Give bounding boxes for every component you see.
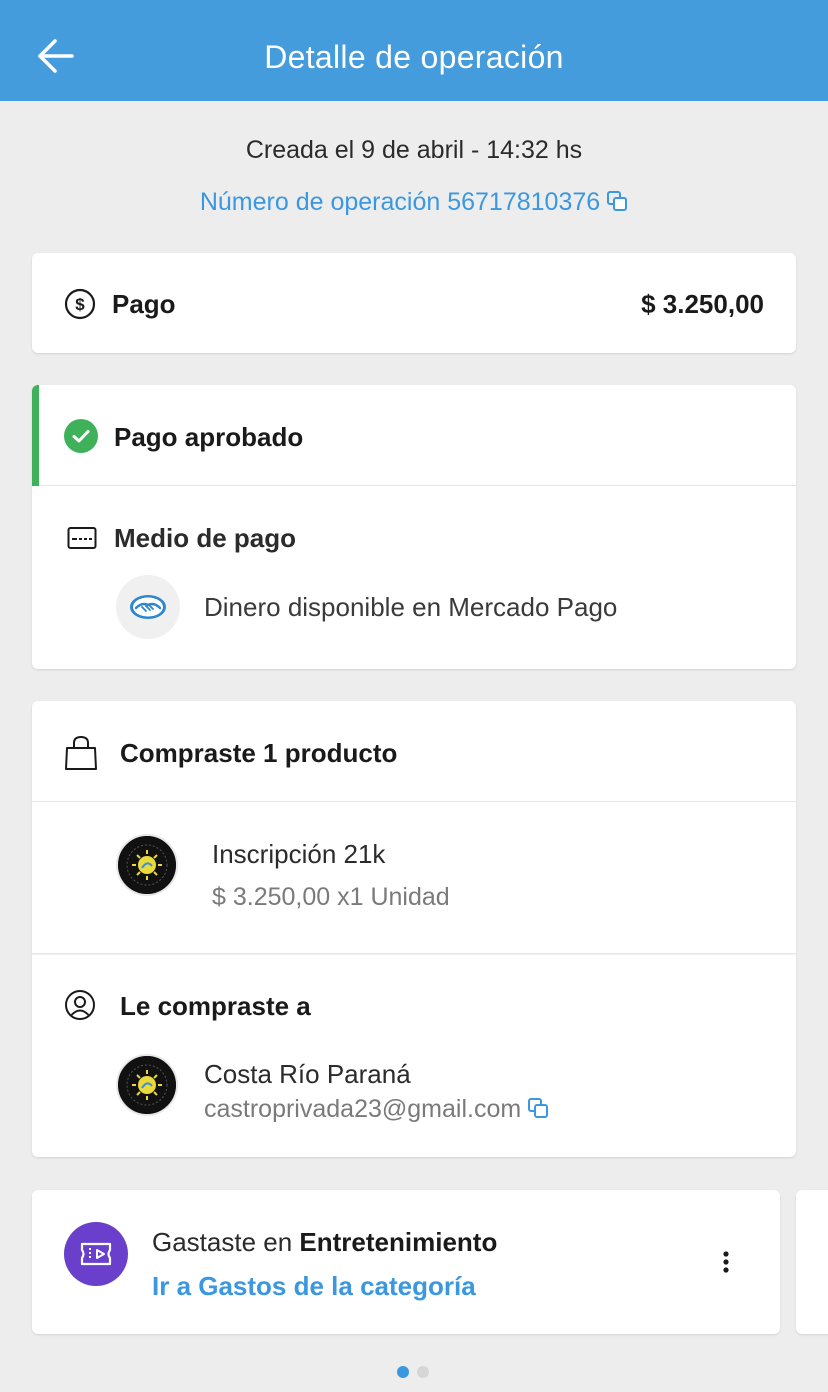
purchase-title: Compraste 1 producto xyxy=(120,738,398,768)
dollar-circle-icon: $ xyxy=(64,288,96,320)
divider xyxy=(32,953,796,954)
more-vertical-icon[interactable] xyxy=(712,1240,740,1284)
seller-avatar xyxy=(116,1054,178,1116)
shopping-bag-icon xyxy=(64,735,98,771)
seller-email: castroprivada23@gmail.com xyxy=(204,1095,549,1124)
spending-prefix: Gastaste en xyxy=(152,1227,300,1257)
user-circle-icon xyxy=(64,989,96,1021)
card-icon xyxy=(67,526,97,550)
copy-icon[interactable] xyxy=(606,190,628,212)
payment-label: Pago xyxy=(112,289,176,319)
spending-card: Gastaste en Entretenimiento Ir a Gastos … xyxy=(32,1190,780,1334)
copy-icon[interactable] xyxy=(527,1097,549,1119)
app-bar: Detalle de operación xyxy=(0,0,828,101)
check-circle-icon xyxy=(64,419,98,453)
carousel-dot[interactable] xyxy=(417,1366,429,1378)
category-spending-link[interactable]: Ir a Gastos de la categoría xyxy=(152,1271,476,1302)
spending-category: Entretenimiento xyxy=(299,1227,498,1257)
svg-text:$: $ xyxy=(75,295,85,314)
payment-method-description: Dinero disponible en Mercado Pago xyxy=(204,592,618,622)
divider xyxy=(32,801,796,802)
seller-title: Le compraste a xyxy=(120,991,311,1021)
product-name: Inscripción 21k xyxy=(212,839,386,869)
status-label: Pago aprobado xyxy=(114,422,304,452)
payment-amount: $ 3.250,00 xyxy=(641,289,764,319)
page-title: Detalle de operación xyxy=(264,39,564,75)
carousel-dot-active[interactable] xyxy=(397,1366,409,1378)
purchase-card: Compraste 1 producto Inscripción 21k $ 3… xyxy=(32,701,796,1157)
seller-email-text: castroprivada23@gmail.com xyxy=(204,1095,522,1123)
status-row: Pago aprobado xyxy=(32,385,796,486)
product-price: $ 3.250,00 x1 Unidad xyxy=(212,883,450,911)
status-stripe xyxy=(32,385,39,486)
payment-card: $ Pago $ 3.250,00 xyxy=(32,253,796,353)
product-avatar xyxy=(116,834,178,896)
created-date: Creada el 9 de abril - 14:32 hs xyxy=(245,136,583,164)
spending-category-line: Gastaste en Entretenimiento xyxy=(152,1227,497,1258)
mercado-pago-logo xyxy=(116,575,180,639)
payment-method-label: Medio de pago xyxy=(114,523,296,553)
next-card-peek[interactable] xyxy=(796,1190,828,1334)
operation-number-text: Número de operación 56717810376 xyxy=(199,188,601,216)
status-card: Pago aprobado Medio de pago Dinero dispo… xyxy=(32,385,796,669)
operation-number-link[interactable]: Número de operación 56717810376 xyxy=(0,188,828,217)
seller-name: Costa Río Paraná xyxy=(204,1059,411,1089)
ticket-icon xyxy=(64,1222,128,1286)
